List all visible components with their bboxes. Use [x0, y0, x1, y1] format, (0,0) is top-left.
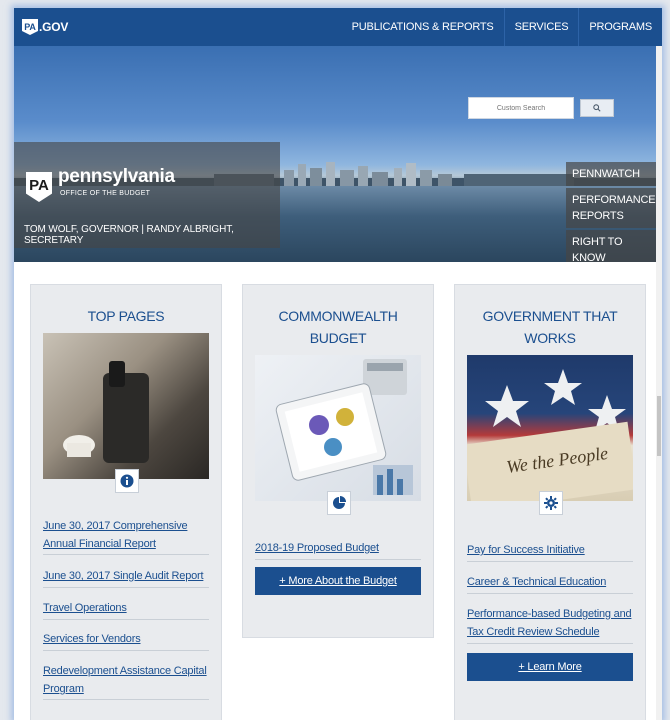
link-career-technical-education[interactable]: Career & Technical Education — [467, 573, 633, 591]
divider — [43, 619, 209, 620]
search-icon — [593, 104, 601, 112]
divider — [43, 699, 209, 700]
link-single-audit-2017[interactable]: June 30, 2017 Single Audit Report — [43, 567, 209, 585]
card-government-that-works: GOVERNMENT THAT WORKS We the People Pay … — [454, 284, 646, 720]
card-title: GOVERNMENT THAT WORKS — [482, 308, 618, 346]
gear-icon-badge — [539, 491, 563, 515]
nav-programs[interactable]: PROGRAMS — [578, 8, 662, 46]
brand-name: pennsylvania — [58, 166, 175, 187]
info-icon-badge — [115, 469, 139, 493]
browser-viewport: PA .GOV PUBLICATIONS & REPORTS SERVICES … — [14, 8, 662, 720]
link-performance-based-budgeting[interactable]: Performance-based Budgeting and Tax Cred… — [467, 605, 637, 641]
pa-keystone-icon: PA — [22, 19, 38, 35]
gear-icon — [544, 496, 558, 510]
search-button[interactable] — [580, 99, 614, 117]
card-commonwealth-budget: COMMONWEALTH BUDGET 2018-19 Proposed Bud… — [242, 284, 434, 638]
side-link-right-to-know[interactable]: RIGHT TO KNOW — [566, 230, 662, 262]
person-phone-photo — [43, 333, 209, 479]
link-travel-operations[interactable]: Travel Operations — [43, 599, 209, 617]
hero-side-links: PENNWATCH PERFORMANCE REPORTS RIGHT TO K… — [566, 162, 662, 262]
card-top-pages: TOP PAGES June 30, 2017 Comprehensive An… — [30, 284, 222, 720]
link-redevelopment-assistance[interactable]: Redevelopment Assistance Capital Program — [43, 662, 209, 698]
link-pay-for-success[interactable]: Pay for Success Initiative — [467, 541, 633, 559]
card-title: TOP PAGES — [87, 308, 165, 324]
tablet-budget-photo — [255, 355, 421, 501]
pa-keystone-logo-icon: PA — [26, 172, 52, 202]
pa-gov-logo[interactable]: PA .GOV — [22, 18, 68, 36]
more-about-budget-button[interactable]: + More About the Budget — [255, 567, 421, 595]
nav-services[interactable]: SERVICES — [503, 8, 579, 46]
page-scrollbar[interactable] — [656, 46, 662, 720]
card-title: COMMONWEALTH BUDGET — [278, 308, 398, 346]
divider — [43, 587, 209, 588]
divider — [255, 559, 421, 560]
hero-banner: PA pennsylvania OFFICE OF THE BUDGET TOM… — [14, 46, 662, 262]
divider — [467, 643, 633, 644]
search-input[interactable] — [468, 97, 574, 119]
brand-panel: PA pennsylvania OFFICE OF THE BUDGET TOM… — [14, 142, 280, 248]
divider — [43, 554, 209, 555]
pa-gov-logo-text: .GOV — [39, 20, 69, 34]
pie-chart-icon — [333, 496, 346, 509]
constitution-flag-photo: We the People — [467, 355, 633, 501]
info-icon — [120, 474, 134, 488]
nav-publications-reports[interactable]: PUBLICATIONS & REPORTS — [342, 8, 504, 46]
top-navigation-bar: PA .GOV PUBLICATIONS & REPORTS SERVICES … — [14, 8, 662, 46]
divider — [467, 593, 633, 594]
main-nav: PUBLICATIONS & REPORTS SERVICES PROGRAMS — [342, 8, 662, 46]
officials-line: TOM WOLF, GOVERNOR | RANDY ALBRIGHT, SEC… — [24, 224, 234, 246]
scrollbar-thumb[interactable] — [657, 396, 661, 456]
link-cafr-2017[interactable]: June 30, 2017 Comprehensive Annual Finan… — [43, 517, 209, 553]
brand-subtitle: OFFICE OF THE BUDGET — [60, 190, 151, 197]
side-link-performance-reports[interactable]: PERFORMANCE REPORTS — [566, 188, 662, 228]
link-services-vendors[interactable]: Services for Vendors — [43, 630, 209, 648]
side-link-pennwatch[interactable]: PENNWATCH — [566, 162, 662, 186]
divider — [43, 650, 209, 651]
search-bar — [468, 97, 614, 119]
learn-more-button[interactable]: + Learn More — [467, 653, 633, 681]
pie-chart-icon-badge — [327, 491, 351, 515]
link-proposed-budget-2018-19[interactable]: 2018-19 Proposed Budget — [255, 539, 421, 557]
divider — [467, 561, 633, 562]
